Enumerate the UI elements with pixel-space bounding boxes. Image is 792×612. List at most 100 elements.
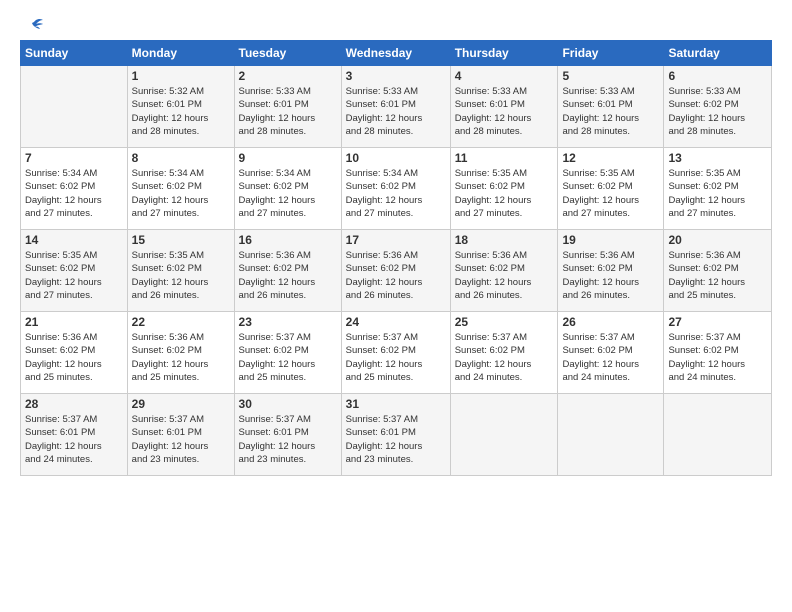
- day-info: Sunrise: 5:33 AM Sunset: 6:01 PM Dayligh…: [346, 85, 446, 138]
- day-info: Sunrise: 5:35 AM Sunset: 6:02 PM Dayligh…: [25, 249, 123, 302]
- day-info: Sunrise: 5:37 AM Sunset: 6:01 PM Dayligh…: [25, 413, 123, 466]
- day-info: Sunrise: 5:37 AM Sunset: 6:02 PM Dayligh…: [346, 331, 446, 384]
- calendar-cell: 26Sunrise: 5:37 AM Sunset: 6:02 PM Dayli…: [558, 312, 664, 394]
- calendar-cell: 3 Sunrise: 5:33 AM Sunset: 6:01 PM Daylig…: [341, 66, 450, 148]
- day-number: 3: [346, 69, 446, 83]
- day-number: 24: [346, 315, 446, 329]
- day-number: 10: [346, 151, 446, 165]
- day-info: Sunrise: 5:35 AM Sunset: 6:02 PM Dayligh…: [668, 167, 767, 220]
- calendar-cell: 23Sunrise: 5:37 AM Sunset: 6:02 PM Dayli…: [234, 312, 341, 394]
- day-number: 11: [455, 151, 554, 165]
- day-number: 22: [132, 315, 230, 329]
- calendar-cell: 10 Sunrise: 5:34 AM Sunset: 6:02 PM Dayli…: [341, 148, 450, 230]
- day-info: Sunrise: 5:37 AM Sunset: 6:01 PM Dayligh…: [132, 413, 230, 466]
- week-row-4: 28 Sunrise: 5:37 AM Sunset: 6:01 PM Dayli…: [21, 394, 772, 476]
- day-number: 30: [239, 397, 337, 411]
- day-info: Sunrise: 5:36 AM Sunset: 6:02 PM Dayligh…: [25, 331, 123, 384]
- calendar-cell: 24 Sunrise: 5:37 AM Sunset: 6:02 PM Dayli…: [341, 312, 450, 394]
- calendar-cell: [664, 394, 772, 476]
- calendar-cell: 28 Sunrise: 5:37 AM Sunset: 6:01 PM Dayli…: [21, 394, 128, 476]
- day-number: 14: [25, 233, 123, 247]
- day-info: Sunrise: 5:36 AM Sunset: 6:02 PM Dayligh…: [132, 331, 230, 384]
- day-info: Sunrise: 5:33 AM Sunset: 6:02 PM Dayligh…: [668, 85, 767, 138]
- logo: [20, 18, 46, 34]
- calendar-cell: 4 Sunrise: 5:33 AM Sunset: 6:01 PM Daylig…: [450, 66, 558, 148]
- day-info: Sunrise: 5:33 AM Sunset: 6:01 PM Dayligh…: [239, 85, 337, 138]
- header-wednesday: Wednesday: [341, 41, 450, 66]
- day-number: 12: [562, 151, 659, 165]
- day-info: Sunrise: 5:33 AM Sunset: 6:01 PM Dayligh…: [455, 85, 554, 138]
- calendar-cell: 16 Sunrise: 5:36 AM Sunset: 6:02 PM Dayli…: [234, 230, 341, 312]
- calendar-cell: 5 Sunrise: 5:33 AM Sunset: 6:01 PM Daylig…: [558, 66, 664, 148]
- day-info: Sunrise: 5:37 AM Sunset: 6:02 PM Dayligh…: [455, 331, 554, 384]
- calendar-cell: 25 Sunrise: 5:37 AM Sunset: 6:02 PM Dayli…: [450, 312, 558, 394]
- calendar-cell: 14 Sunrise: 5:35 AM Sunset: 6:02 PM Dayli…: [21, 230, 128, 312]
- day-info: Sunrise: 5:36 AM Sunset: 6:02 PM Dayligh…: [239, 249, 337, 302]
- calendar-cell: 19Sunrise: 5:36 AM Sunset: 6:02 PM Dayli…: [558, 230, 664, 312]
- day-info: Sunrise: 5:33 AM Sunset: 6:01 PM Dayligh…: [562, 85, 659, 138]
- header: [20, 18, 772, 34]
- calendar-cell: 30 Sunrise: 5:37 AM Sunset: 6:01 PM Dayli…: [234, 394, 341, 476]
- calendar-table: SundayMondayTuesdayWednesdayThursdayFrid…: [20, 40, 772, 476]
- day-info: Sunrise: 5:36 AM Sunset: 6:02 PM Dayligh…: [346, 249, 446, 302]
- day-number: 31: [346, 397, 446, 411]
- day-number: 25: [455, 315, 554, 329]
- day-info: Sunrise: 5:35 AM Sunset: 6:02 PM Dayligh…: [562, 167, 659, 220]
- day-info: Sunrise: 5:34 AM Sunset: 6:02 PM Dayligh…: [346, 167, 446, 220]
- day-number: 13: [668, 151, 767, 165]
- day-info: Sunrise: 5:37 AM Sunset: 6:01 PM Dayligh…: [239, 413, 337, 466]
- day-info: Sunrise: 5:34 AM Sunset: 6:02 PM Dayligh…: [25, 167, 123, 220]
- day-number: 4: [455, 69, 554, 83]
- day-info: Sunrise: 5:35 AM Sunset: 6:02 PM Dayligh…: [455, 167, 554, 220]
- day-info: Sunrise: 5:34 AM Sunset: 6:02 PM Dayligh…: [132, 167, 230, 220]
- header-row: SundayMondayTuesdayWednesdayThursdayFrid…: [21, 41, 772, 66]
- calendar-cell: 12 Sunrise: 5:35 AM Sunset: 6:02 PM Dayli…: [558, 148, 664, 230]
- header-friday: Friday: [558, 41, 664, 66]
- week-row-2: 14 Sunrise: 5:35 AM Sunset: 6:02 PM Dayli…: [21, 230, 772, 312]
- calendar-cell: 27Sunrise: 5:37 AM Sunset: 6:02 PM Dayli…: [664, 312, 772, 394]
- day-info: Sunrise: 5:37 AM Sunset: 6:01 PM Dayligh…: [346, 413, 446, 466]
- day-info: Sunrise: 5:35 AM Sunset: 6:02 PM Dayligh…: [132, 249, 230, 302]
- day-number: 7: [25, 151, 123, 165]
- header-monday: Monday: [127, 41, 234, 66]
- calendar-cell: 11 Sunrise: 5:35 AM Sunset: 6:02 PM Dayli…: [450, 148, 558, 230]
- page: SundayMondayTuesdayWednesdayThursdayFrid…: [0, 0, 792, 486]
- day-number: 9: [239, 151, 337, 165]
- calendar-cell: 31 Sunrise: 5:37 AM Sunset: 6:01 PM Dayli…: [341, 394, 450, 476]
- day-number: 1: [132, 69, 230, 83]
- day-info: Sunrise: 5:32 AM Sunset: 6:01 PM Dayligh…: [132, 85, 230, 138]
- day-number: 28: [25, 397, 123, 411]
- calendar-cell: 20Sunrise: 5:36 AM Sunset: 6:02 PM Dayli…: [664, 230, 772, 312]
- day-number: 8: [132, 151, 230, 165]
- calendar-cell: 29 Sunrise: 5:37 AM Sunset: 6:01 PM Dayli…: [127, 394, 234, 476]
- day-number: 19: [562, 233, 659, 247]
- day-number: 16: [239, 233, 337, 247]
- day-number: 20: [668, 233, 767, 247]
- day-number: 23: [239, 315, 337, 329]
- day-number: 27: [668, 315, 767, 329]
- day-number: 18: [455, 233, 554, 247]
- calendar-cell: 2Sunrise: 5:33 AM Sunset: 6:01 PM Daylig…: [234, 66, 341, 148]
- day-number: 29: [132, 397, 230, 411]
- week-row-1: 7 Sunrise: 5:34 AM Sunset: 6:02 PM Daylig…: [21, 148, 772, 230]
- calendar-cell: 22 Sunrise: 5:36 AM Sunset: 6:02 PM Dayli…: [127, 312, 234, 394]
- header-sunday: Sunday: [21, 41, 128, 66]
- calendar-cell: 13 Sunrise: 5:35 AM Sunset: 6:02 PM Dayli…: [664, 148, 772, 230]
- calendar-cell: 1 Sunrise: 5:32 AM Sunset: 6:01 PM Daylig…: [127, 66, 234, 148]
- day-number: 15: [132, 233, 230, 247]
- calendar-cell: 17 Sunrise: 5:36 AM Sunset: 6:02 PM Dayli…: [341, 230, 450, 312]
- day-info: Sunrise: 5:34 AM Sunset: 6:02 PM Dayligh…: [239, 167, 337, 220]
- week-row-0: 1 Sunrise: 5:32 AM Sunset: 6:01 PM Daylig…: [21, 66, 772, 148]
- day-number: 17: [346, 233, 446, 247]
- header-tuesday: Tuesday: [234, 41, 341, 66]
- header-thursday: Thursday: [450, 41, 558, 66]
- day-number: 21: [25, 315, 123, 329]
- calendar-cell: [21, 66, 128, 148]
- calendar-cell: [450, 394, 558, 476]
- calendar-cell: 18Sunrise: 5:36 AM Sunset: 6:02 PM Dayli…: [450, 230, 558, 312]
- calendar-cell: 15 Sunrise: 5:35 AM Sunset: 6:02 PM Dayli…: [127, 230, 234, 312]
- day-number: 26: [562, 315, 659, 329]
- week-row-3: 21 Sunrise: 5:36 AM Sunset: 6:02 PM Dayli…: [21, 312, 772, 394]
- logo-bird-icon: [24, 18, 44, 34]
- day-number: 5: [562, 69, 659, 83]
